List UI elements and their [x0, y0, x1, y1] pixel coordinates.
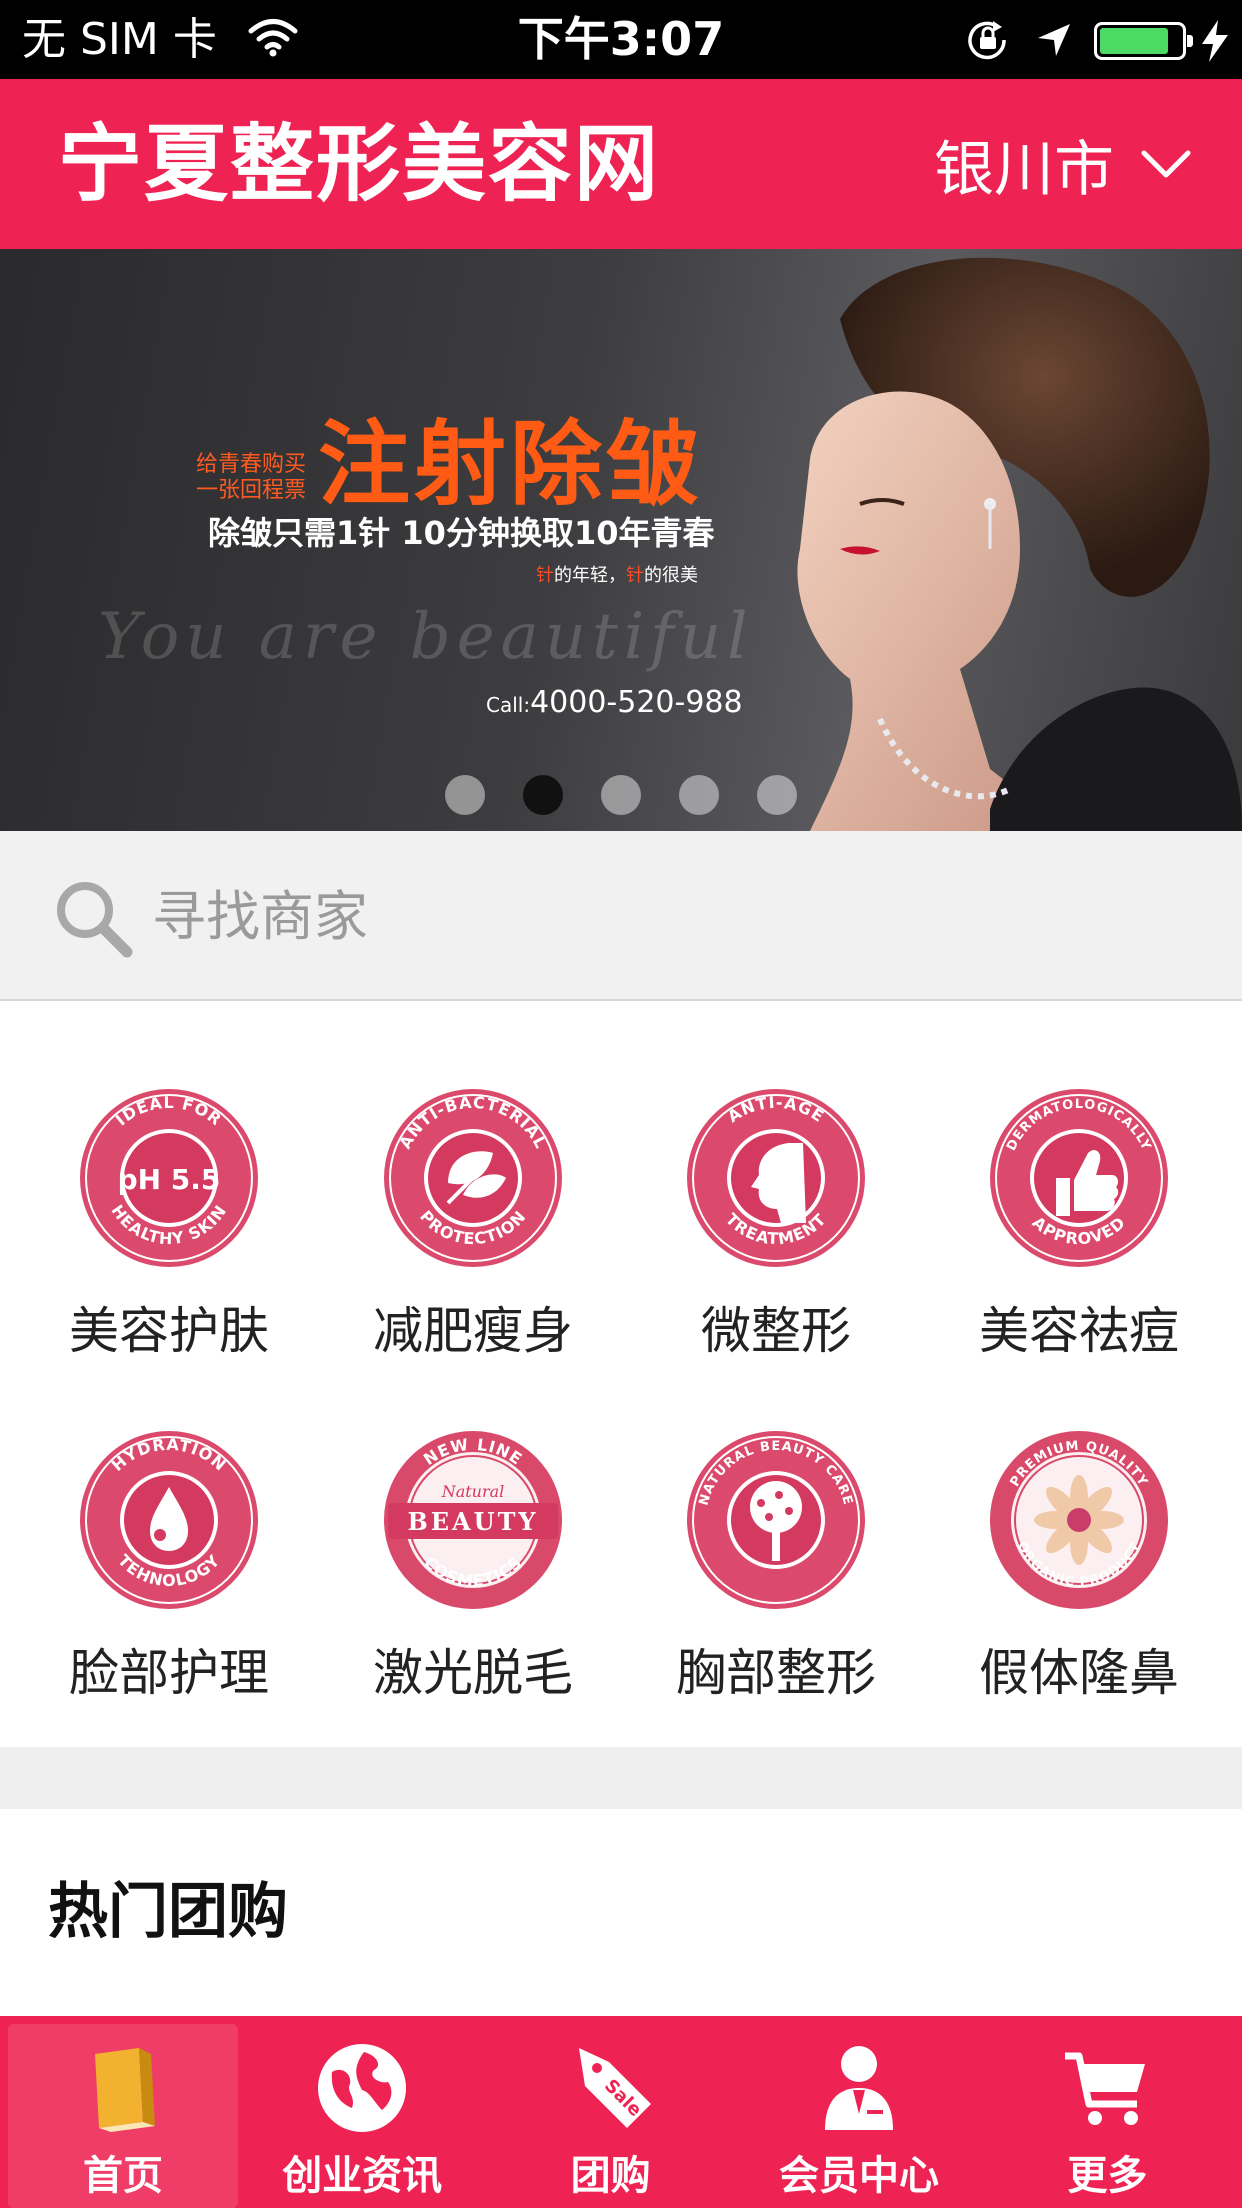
- user-icon: [824, 2046, 893, 2130]
- svg-text:pH 5.5: pH 5.5: [118, 1163, 221, 1196]
- category-item[interactable]: ANTI-AGE TREATMENT 微整形: [625, 1083, 927, 1413]
- svg-text:Natural: Natural: [441, 1482, 505, 1501]
- category-label: 减肥瘦身: [373, 1302, 573, 1360]
- banner-phone: Call:4000-520-988: [486, 683, 743, 725]
- category-label: 假体隆鼻: [979, 1644, 1179, 1702]
- search-bar[interactable]: [0, 831, 1242, 1001]
- tab-item[interactable]: 更多: [983, 2016, 1231, 2208]
- beauty-badge-icon: BEAUTYNatural NEW LINE COSMETICS: [380, 1427, 566, 1613]
- category-label: 美容祛痘: [979, 1302, 1179, 1360]
- face-profile-badge-icon: ANTI-AGE TREATMENT: [683, 1085, 869, 1271]
- tab-item[interactable]: 会员中心: [735, 2016, 983, 2208]
- sale-tag-icon: Sale: [578, 2048, 651, 2128]
- rotation-lock-icon: [968, 21, 1006, 60]
- location-arrow-icon: [1038, 24, 1070, 56]
- category-label: 激光脱毛: [373, 1644, 573, 1702]
- carousel-dot[interactable]: [445, 775, 485, 815]
- app-header: 宁夏整形美容网 银川市: [0, 79, 1242, 249]
- svg-text:BEAUTY: BEAUTY: [407, 1507, 538, 1536]
- carousel-dot[interactable]: [757, 775, 797, 815]
- search-input[interactable]: [152, 871, 1192, 961]
- carousel-dot[interactable]: [679, 775, 719, 815]
- category-label: 美容护肤: [69, 1302, 269, 1360]
- status-bar: 无 SIM 卡 下午3:07: [0, 0, 1242, 79]
- battery-indicator: [1094, 22, 1193, 60]
- tab-label: 更多: [1067, 2153, 1148, 2199]
- globe-icon: [318, 2044, 407, 2132]
- carousel-dot[interactable]: [523, 775, 563, 815]
- banner-lead-line2: 一张回程票: [196, 478, 307, 503]
- category-item[interactable]: PREMIUM QUALITY ORGANIC PRODUCT 假体隆鼻: [928, 1425, 1230, 1755]
- tagline-highlight: 针: [626, 565, 644, 586]
- city-label: 银川市: [934, 134, 1114, 205]
- tab-label: 创业资讯: [282, 2153, 443, 2199]
- carousel-dot[interactable]: [601, 775, 641, 815]
- category-grid: pH 5.5 IDEAL FOR HEALTHY SKIN 美容护肤 ANTI-B…: [0, 1003, 1242, 1747]
- tagline-highlight: 针: [536, 565, 554, 586]
- tab-label: 首页: [83, 2153, 163, 2199]
- banner-lead: 给青春购买 一张回程票: [196, 452, 306, 504]
- thumbs-up-badge-icon: DERMATOLOGICALLY APPROVED: [986, 1085, 1172, 1271]
- tagline-text: 的年轻，: [554, 565, 626, 586]
- search-icon: [57, 882, 133, 958]
- tab-item[interactable]: 首页: [8, 2024, 238, 2208]
- battery-level: [1100, 28, 1168, 54]
- model-portrait-image: [797, 257, 1242, 831]
- tab-item[interactable]: 创业资讯: [238, 2016, 486, 2208]
- app-title: 宁夏整形美容网: [58, 115, 661, 213]
- banner-tagline: 针的年轻，针的很美: [536, 565, 698, 587]
- chevron-down-icon: [1141, 150, 1191, 178]
- section-divider: [0, 1747, 1242, 1809]
- city-selector[interactable]: 银川市: [934, 79, 1192, 249]
- flower-badge-icon: PREMIUM QUALITY ORGANIC PRODUCT: [986, 1427, 1172, 1613]
- category-item[interactable]: ANTI-BACTERIAL PROTECTION 减肥瘦身: [322, 1083, 624, 1413]
- cart-icon: [1065, 2052, 1146, 2125]
- banner-script-text: You are beautiful: [98, 600, 754, 674]
- banner-subline: 除皱只需1针 10分钟换取10年青春: [208, 514, 715, 552]
- leaf-badge-icon: ANTI-BACTERIAL PROTECTION: [380, 1085, 566, 1271]
- category-item[interactable]: DERMATOLOGICALLY APPROVED 美容祛痘: [928, 1083, 1230, 1413]
- book-icon: [95, 2048, 155, 2132]
- phone-number: 4000-520-988: [530, 685, 743, 720]
- tab-label: 会员中心: [778, 2153, 939, 2199]
- ph-balance-badge-icon: pH 5.5 IDEAL FOR HEALTHY SKIN: [76, 1085, 262, 1271]
- category-item[interactable]: NATURAL BEAUTY CARE 胸部整形: [625, 1425, 927, 1755]
- call-prefix: Call:: [486, 693, 531, 717]
- category-label: 脸部护理: [69, 1644, 269, 1702]
- tab-bar: 首页 创业资讯 Sale 团购 会员中心 更多: [0, 2016, 1242, 2208]
- promo-banner[interactable]: 给青春购买 一张回程票 注射除皱 除皱只需1针 10分钟换取10年青春 针的年轻…: [0, 249, 1242, 831]
- category-label: 微整形: [701, 1302, 851, 1360]
- banner-lead-line1: 给青春购买: [196, 452, 307, 477]
- tagline-text: 的很美: [644, 565, 698, 586]
- category-item[interactable]: BEAUTY Natural NEW LINE COSMETICS 激光脱毛: [322, 1425, 624, 1755]
- water-drop-badge-icon: HYDRATION TEHNOLOGY: [76, 1427, 262, 1613]
- charging-bolt-icon: [1202, 20, 1228, 62]
- tab-item[interactable]: Sale 团购: [486, 2016, 734, 2208]
- category-item[interactable]: pH 5.5 IDEAL FOR HEALTHY SKIN 美容护肤: [18, 1083, 320, 1413]
- section-title-hot-deals: 热门团购: [48, 1877, 288, 1947]
- banner-headline: 注射除皱: [318, 411, 703, 518]
- category-item[interactable]: HYDRATION TEHNOLOGY 脸部护理: [18, 1425, 320, 1755]
- carousel-dots: [0, 775, 1242, 815]
- category-label: 胸部整形: [676, 1644, 876, 1702]
- tree-badge-icon: NATURAL BEAUTY CARE: [683, 1427, 869, 1613]
- tab-label: 团购: [570, 2153, 651, 2199]
